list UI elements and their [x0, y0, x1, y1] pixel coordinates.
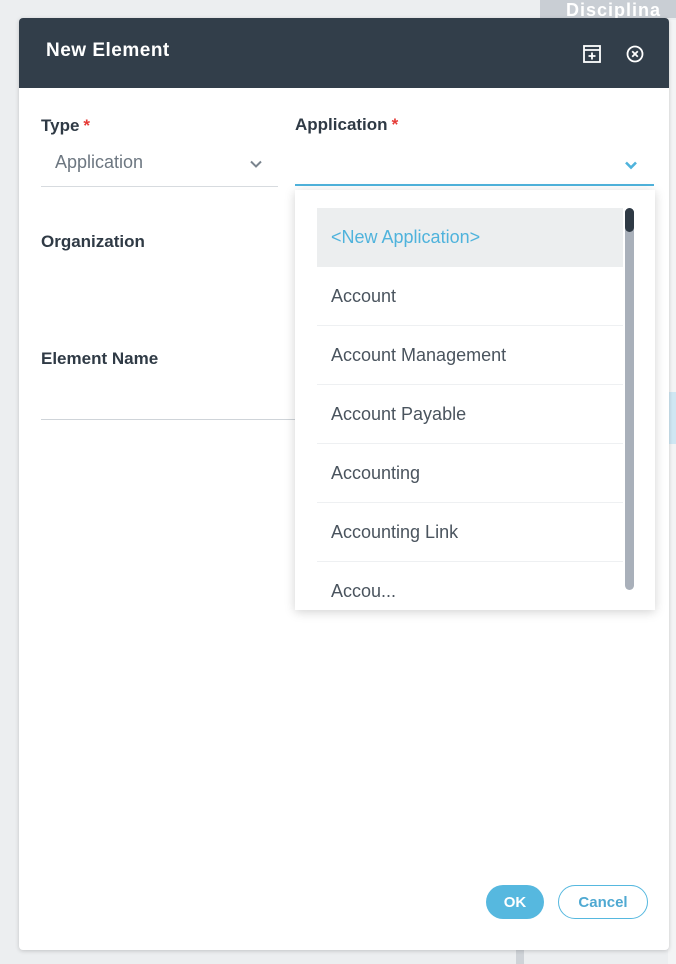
element-name-label: Element Name: [41, 349, 159, 368]
required-mark: *: [391, 115, 399, 134]
dialog-title: New Element: [46, 40, 170, 61]
application-label-text: Application: [295, 115, 388, 134]
scrollbar-track[interactable]: [625, 208, 634, 590]
dropdown-option[interactable]: Accou...: [317, 562, 623, 610]
cancel-button[interactable]: Cancel: [558, 885, 648, 919]
dropdown-option[interactable]: Account Payable: [317, 385, 623, 444]
element-name-field[interactable]: [41, 419, 301, 420]
close-circle-icon[interactable]: [625, 44, 645, 64]
application-dropdown: <New Application> Account Account Manage…: [295, 190, 655, 610]
scrollbar-thumb[interactable]: [625, 208, 634, 232]
organization-label: Organization: [41, 232, 145, 251]
type-label-text: Type: [41, 116, 80, 135]
chevron-down-icon: [250, 160, 262, 168]
type-label: Type *: [41, 116, 90, 136]
application-select[interactable]: [295, 142, 654, 186]
dropdown-option-new-application[interactable]: <New Application>: [317, 208, 623, 267]
dialog-header: New Element: [19, 18, 669, 88]
background-panel: [668, 20, 676, 964]
dropdown-option[interactable]: Accounting Link: [317, 503, 623, 562]
type-select[interactable]: Application: [41, 144, 278, 187]
dropdown-option[interactable]: Accounting: [317, 444, 623, 503]
background-highlight: [668, 392, 676, 444]
dropdown-option[interactable]: Account: [317, 267, 623, 326]
application-label: Application *: [295, 115, 398, 135]
chevron-down-icon: [625, 161, 637, 170]
required-mark: *: [83, 116, 91, 135]
dropdown-option[interactable]: Account Management: [317, 326, 623, 385]
new-element-dialog: New Element Type * Application Applicatio…: [19, 18, 669, 950]
background-tab: Disciplina: [540, 0, 676, 18]
maximize-icon[interactable]: [582, 44, 602, 64]
ok-button[interactable]: OK: [486, 885, 544, 919]
type-value: Application: [55, 152, 144, 172]
